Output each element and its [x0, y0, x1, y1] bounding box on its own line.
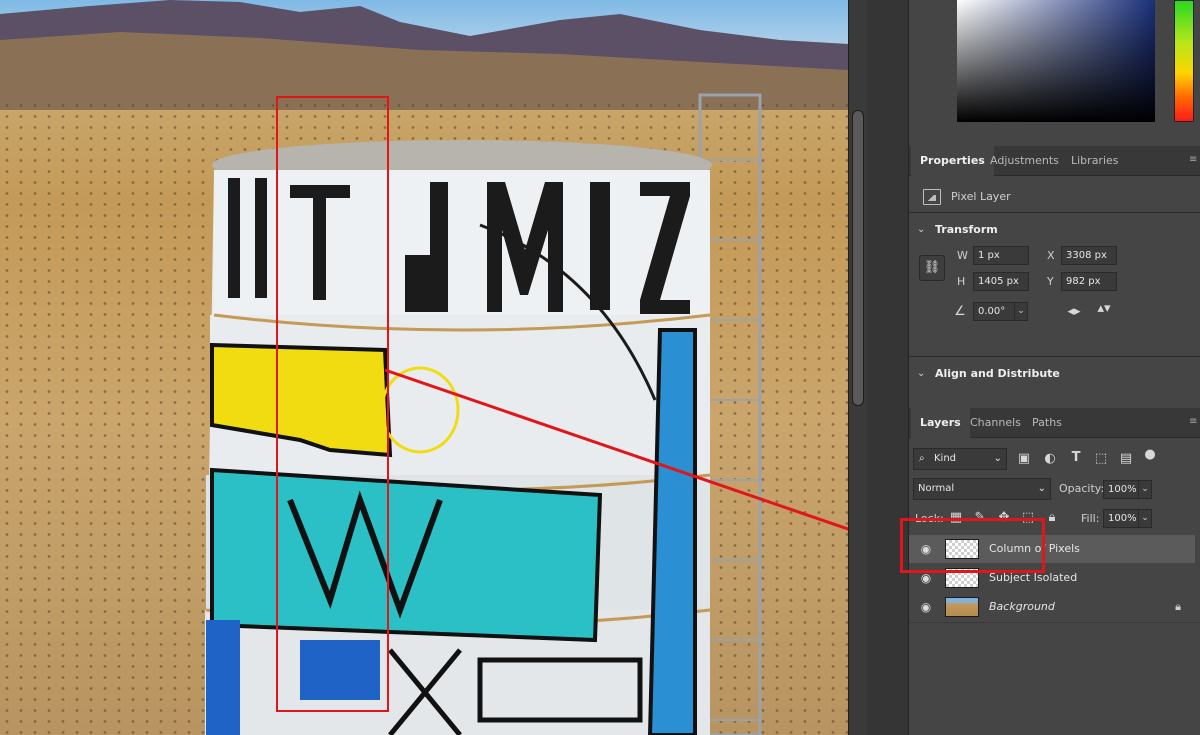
opacity-field[interactable] — [1103, 480, 1139, 499]
layer-type-row: Pixel Layer — [909, 184, 1200, 210]
opacity-dropdown-arrow[interactable]: ⌄ — [1138, 480, 1152, 499]
layer-filter-kind-select[interactable]: ⌕ Kind ⌄ — [913, 448, 1007, 470]
vertical-scrollbar[interactable] — [849, 0, 867, 735]
tab-adjustments[interactable]: Adjustments — [981, 146, 1068, 176]
filter-kind-label: Kind — [934, 453, 957, 464]
transform-section-title[interactable]: Transform — [935, 223, 998, 236]
fill-field[interactable] — [1103, 509, 1139, 528]
chevron-down-icon: ⌄ — [1037, 483, 1046, 494]
w-label: W — [957, 249, 968, 262]
flip-horizontal-icon[interactable]: ◂▸ — [1065, 305, 1083, 319]
filter-type-icon[interactable]: T — [1069, 451, 1083, 465]
align-distribute-section-title[interactable]: Align and Distribute — [935, 367, 1060, 380]
flip-vertical-icon[interactable]: ▴▾ — [1095, 302, 1113, 316]
x-label: X — [1047, 249, 1055, 262]
canvas-scrollbar-area — [848, 0, 908, 735]
layer-row[interactable]: ◉ Background 🔒︎ — [909, 593, 1195, 621]
lock-icon: 🔒︎ — [1175, 600, 1181, 613]
search-icon: ⌕ — [919, 453, 925, 464]
filter-shape-icon[interactable]: ⬚ — [1094, 452, 1108, 466]
filter-pixel-icon[interactable]: ▣ — [1017, 452, 1031, 466]
pixel-layer-icon — [923, 189, 941, 205]
width-field[interactable] — [973, 246, 1029, 265]
opacity-label: Opacity: — [1059, 482, 1105, 495]
column-selection-marquee — [276, 96, 389, 712]
panel-menu-icon[interactable]: ≡ — [1189, 154, 1197, 166]
properties-tab-bar: Properties Adjustments Libraries ≡ — [909, 146, 1200, 176]
x-field[interactable] — [1061, 246, 1117, 265]
layer-highlight-box — [900, 518, 1045, 573]
filter-smart-object-icon[interactable]: ▤ — [1119, 452, 1133, 466]
y-label: Y — [1047, 275, 1054, 288]
angle-icon: ∠ — [954, 304, 966, 319]
eye-icon[interactable]: ◉ — [919, 571, 933, 585]
scrollbar-thumb[interactable] — [852, 110, 864, 406]
chevron-down-icon: ⌄ — [993, 453, 1002, 464]
layer-name: Background — [989, 600, 1055, 613]
layer-type-label: Pixel Layer — [951, 190, 1011, 203]
y-field[interactable] — [1061, 272, 1117, 291]
chevron-down-icon[interactable]: ⌄ — [917, 224, 925, 235]
right-panel-dock: Properties Adjustments Libraries ≡ Pixel… — [908, 0, 1200, 735]
blend-mode-select[interactable]: Normal ⌄ — [913, 478, 1051, 500]
tab-paths[interactable]: Paths — [1023, 408, 1071, 438]
document-canvas[interactable] — [0, 0, 848, 735]
layers-tab-bar: Layers Channels Paths ≡ — [909, 408, 1200, 438]
layer-thumbnail — [945, 597, 979, 617]
h-label: H — [957, 275, 966, 288]
lock-all-icon[interactable]: 🔒︎ — [1045, 511, 1059, 525]
color-picker-field[interactable] — [957, 0, 1155, 122]
water-tower — [205, 93, 848, 735]
angle-dropdown-arrow[interactable]: ⌄ — [1014, 302, 1028, 321]
angle-field[interactable] — [973, 302, 1015, 321]
color-hue-slider[interactable] — [1174, 0, 1194, 122]
filter-toggle-icon[interactable]: ● — [1143, 448, 1157, 462]
filter-adjustment-icon[interactable]: ◐ — [1043, 452, 1057, 466]
fill-dropdown-arrow[interactable]: ⌄ — [1138, 509, 1152, 528]
tab-libraries[interactable]: Libraries — [1062, 146, 1128, 176]
tab-channels[interactable]: Channels — [961, 408, 1030, 438]
height-field[interactable] — [973, 272, 1029, 291]
panel-menu-icon[interactable]: ≡ — [1189, 416, 1197, 428]
blend-mode-label: Normal — [918, 483, 955, 494]
fill-label: Fill: — [1081, 512, 1100, 525]
eye-icon[interactable]: ◉ — [919, 600, 933, 614]
link-icon[interactable]: ⛓ — [919, 255, 945, 281]
chevron-down-icon[interactable]: ⌄ — [917, 368, 925, 379]
